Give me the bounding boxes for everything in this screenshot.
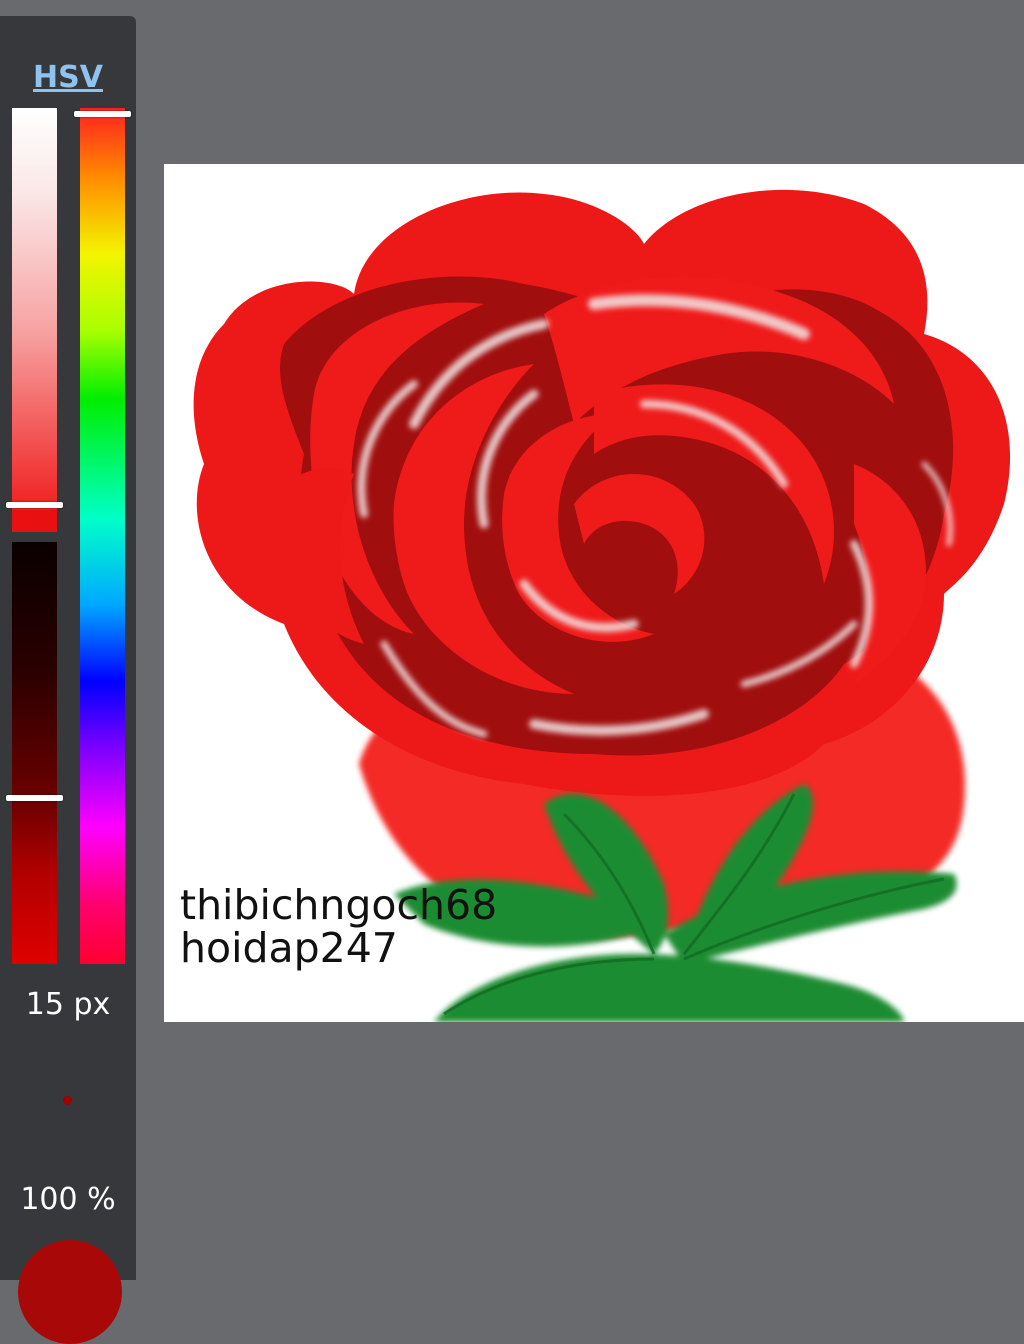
saturation-handle[interactable] — [6, 502, 63, 508]
value-handle[interactable] — [6, 795, 63, 801]
saturation-slider[interactable] — [12, 108, 57, 532]
value-slider[interactable] — [12, 542, 57, 964]
hue-slider[interactable] — [80, 108, 125, 964]
hue-handle[interactable] — [74, 111, 131, 117]
drawing-canvas[interactable]: thibichngoch68 hoidap247 — [164, 164, 1024, 1022]
signature-line-1: thibichngoch68 — [180, 881, 498, 929]
signature-text: thibichngoch68 hoidap247 — [180, 884, 497, 970]
brush-dot-icon — [63, 1096, 72, 1105]
tab-hsv[interactable]: HSV — [0, 60, 136, 95]
brush-size-label[interactable]: 15 px — [0, 987, 136, 1022]
hue-track — [80, 108, 125, 964]
opacity-label[interactable]: 100 % — [0, 1182, 136, 1217]
signature-line-2: hoidap247 — [180, 924, 398, 972]
saturation-track — [12, 108, 57, 510]
value-track — [12, 542, 57, 964]
color-swatch-icon[interactable] — [18, 1240, 122, 1344]
saturation-track-end — [12, 510, 57, 532]
